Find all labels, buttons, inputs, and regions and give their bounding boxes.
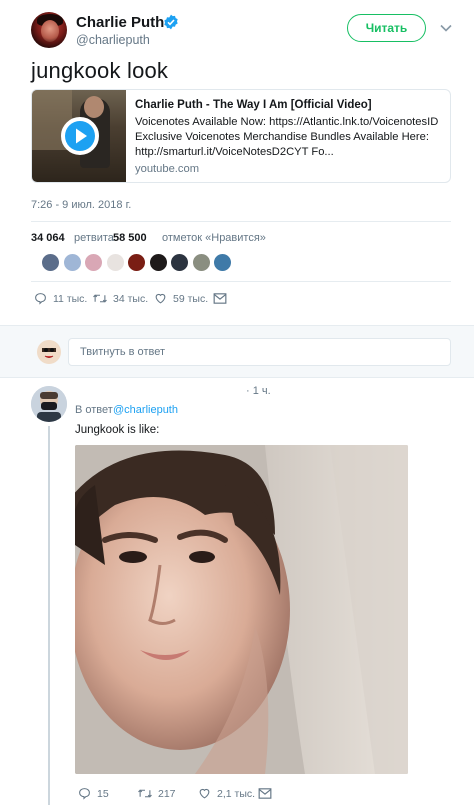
liker-avatar[interactable]: [213, 253, 232, 272]
direct-message-icon[interactable]: [213, 292, 227, 305]
heart-icon[interactable]: [198, 787, 211, 800]
retweet-count[interactable]: 34 064: [31, 232, 65, 244]
heart-icon[interactable]: [154, 292, 167, 305]
reply-count[interactable]: 15: [97, 788, 109, 800]
reply-icon[interactable]: [34, 292, 47, 305]
liker-avatar[interactable]: [148, 253, 168, 272]
retweet-action-count[interactable]: 217: [158, 788, 176, 800]
liker-avatar[interactable]: [62, 253, 82, 272]
retweet-icon[interactable]: [137, 787, 153, 800]
card-title: Charlie Puth - The Way I Am [Official Vi…: [135, 99, 372, 111]
liker-avatar[interactable]: [191, 253, 211, 272]
card-description-line: Exclusive Voicenotes Merchandise Bundles…: [135, 131, 429, 143]
card-description-line: Voicenotes Available Now: https://Atlant…: [135, 116, 439, 128]
reply-to-label: В ответ: [75, 404, 113, 416]
follow-button[interactable]: Читать: [347, 14, 426, 42]
liker-avatar[interactable]: [170, 253, 189, 272]
retweet-icon[interactable]: [92, 292, 108, 305]
reply-timestamp[interactable]: · 1 ч.: [246, 385, 271, 397]
tweet-timestamp[interactable]: 7:26 - 9 июл. 2018 г.: [31, 199, 131, 211]
link-card[interactable]: Charlie Puth - The Way I Am [Official Vi…: [31, 89, 451, 183]
thread-line: [48, 426, 50, 805]
like-count[interactable]: 58 500: [113, 232, 147, 244]
liker-avatar[interactable]: [105, 253, 125, 272]
author-display-name[interactable]: Charlie Puth: [76, 14, 164, 31]
retweet-action-count[interactable]: 34 тыс.: [113, 293, 148, 305]
verified-badge-icon: [164, 14, 178, 30]
play-icon[interactable]: [60, 116, 100, 156]
reply-to-handle-link[interactable]: @charlieputh: [113, 404, 178, 416]
current-user-avatar: [37, 340, 61, 364]
direct-message-icon[interactable]: [258, 787, 272, 800]
reply-icon[interactable]: [78, 787, 91, 800]
divider: [31, 221, 451, 222]
retweet-count-label[interactable]: ретвита: [74, 232, 114, 244]
card-domain: youtube.com: [135, 163, 200, 175]
reply-author-avatar[interactable]: [31, 386, 67, 422]
author-avatar[interactable]: [31, 12, 67, 48]
reply-image[interactable]: [75, 445, 408, 774]
chevron-down-icon[interactable]: [440, 24, 452, 32]
like-action-count[interactable]: 59 тыс.: [173, 293, 208, 305]
video-thumbnail[interactable]: [32, 90, 126, 182]
reply-input[interactable]: Твитнуть в ответ: [68, 338, 451, 366]
liker-avatar[interactable]: [127, 253, 146, 272]
divider: [0, 377, 474, 378]
divider: [31, 281, 451, 282]
reply-count[interactable]: 11 тыс.: [53, 293, 87, 305]
like-action-count[interactable]: 2,1 тыс.: [217, 788, 255, 800]
tweet-text: jungkook look: [31, 58, 169, 83]
liker-avatar[interactable]: [41, 253, 60, 272]
card-description-line: http://smarturl.it/VoiceNotesD2CYT Fo...: [135, 146, 334, 158]
author-handle[interactable]: @charlieputh: [76, 33, 150, 47]
like-count-label[interactable]: отметок «Нравится»: [162, 232, 266, 244]
liker-avatar[interactable]: [84, 253, 103, 272]
reply-text: Jungkook is like:: [75, 424, 160, 436]
